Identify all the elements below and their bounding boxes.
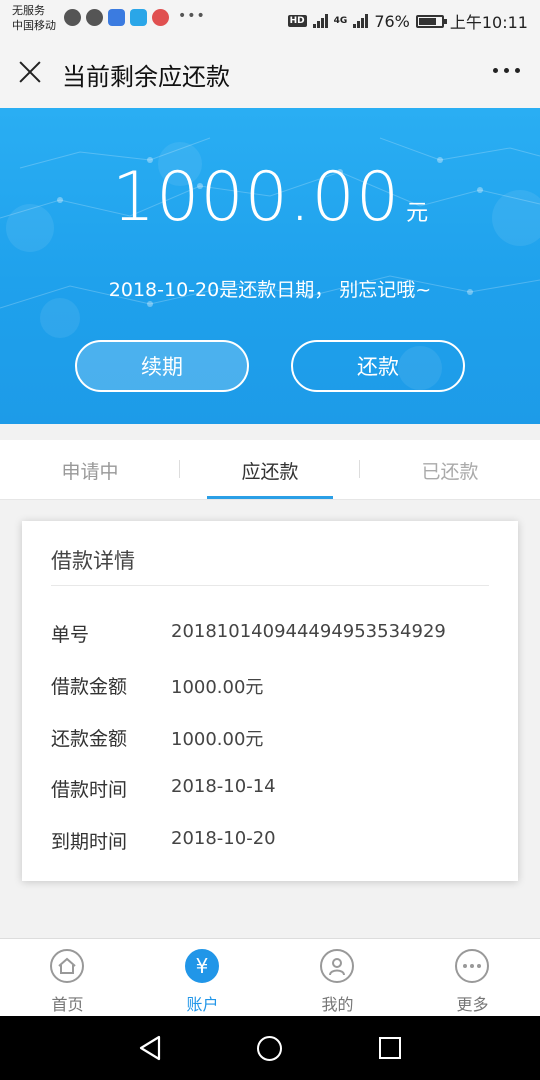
carrier-line-1: 无服务: [12, 4, 45, 17]
loan-detail-card: 借款详情 单号 201810140944494953534929 借款金额 10…: [22, 521, 518, 881]
more-menu-button[interactable]: [493, 68, 520, 73]
network-type: 4G: [333, 16, 348, 26]
title-bar: 当前剩余应还款: [0, 38, 540, 108]
clock: 上午10:11: [449, 13, 528, 32]
system-navigation-bar: [0, 1016, 540, 1080]
carrier-info: 无服务 中国移动: [12, 3, 56, 33]
close-icon[interactable]: [14, 56, 46, 88]
more-icon: [455, 949, 489, 983]
nav-account[interactable]: ¥ 账户: [135, 939, 270, 1017]
location-icon: [152, 9, 169, 26]
loan-date-label: 借款时间: [51, 779, 128, 801]
home-circle-icon[interactable]: [257, 1036, 282, 1061]
status-right: HD 4G 76% 上午10:11: [287, 9, 528, 33]
carrier-line-2: 中国移动: [12, 19, 56, 32]
loan-amount-label: 借款金额: [51, 676, 128, 698]
loan-amount-value: 1000.00元: [171, 677, 264, 698]
card-divider: [51, 585, 489, 586]
battery-icon: [415, 14, 447, 28]
more-notifications-icon: •••: [178, 8, 206, 24]
yuan-icon: ¥: [185, 949, 219, 983]
battery-percent: 76%: [374, 11, 410, 31]
tab-due[interactable]: 应还款: [180, 440, 360, 500]
loan-status-tabs: 申请中 应还款 已还款: [0, 440, 540, 500]
app-badge-icon: [108, 9, 125, 26]
nav-mine[interactable]: 我的: [270, 939, 405, 1017]
shield-icon: [86, 9, 103, 26]
recent-apps-icon[interactable]: [379, 1037, 401, 1059]
nav-home[interactable]: 首页: [0, 939, 135, 1017]
page-title: 当前剩余应还款: [62, 63, 230, 91]
repay-button[interactable]: 还款: [291, 340, 465, 392]
amount-banner: 1000.00 元 2018-10-20是还款日期， 别忘记哦~ 续期 还款: [0, 108, 540, 424]
bottom-navigation: 首页 ¥ 账户 我的 更多: [0, 938, 540, 1016]
nav-mine-label: 我的: [321, 995, 354, 1014]
wifi-signal-icon: [312, 14, 328, 28]
tab-applying[interactable]: 申请中: [0, 440, 180, 500]
repay-amount-label: 还款金额: [51, 728, 128, 750]
due-date-note: 2018-10-20是还款日期， 别忘记哦~: [108, 279, 432, 301]
tab-repaid[interactable]: 已还款: [360, 440, 540, 500]
order-number-value: 201810140944494953534929: [171, 621, 446, 642]
back-icon[interactable]: [137, 1034, 163, 1062]
status-bar: 无服务 中国移动 ••• HD 4G 76% 上午10:11: [0, 0, 540, 38]
active-tab-indicator: [207, 496, 333, 499]
repay-amount-value: 1000.00元: [171, 729, 264, 750]
order-number-label: 单号: [51, 624, 90, 646]
card-title: 借款详情: [51, 549, 135, 573]
nav-account-label: 账户: [186, 995, 219, 1014]
nav-more-label: 更多: [456, 995, 489, 1014]
nav-home-label: 首页: [51, 995, 84, 1014]
nav-more[interactable]: 更多: [405, 939, 540, 1017]
amount-unit: 元: [406, 201, 429, 226]
loan-date-value: 2018-10-14: [171, 776, 276, 797]
person-icon: [320, 949, 354, 983]
cell-signal-icon: [353, 14, 369, 28]
notification-icons: [64, 9, 169, 26]
amount-display: 1000.00 元: [0, 158, 540, 237]
send-icon: [130, 9, 147, 26]
renew-button[interactable]: 续期: [75, 340, 249, 392]
remaining-amount: 1000.00: [111, 158, 401, 237]
chat-bubble-icon: [64, 9, 81, 26]
home-icon: [50, 949, 84, 983]
due-date-value: 2018-10-20: [171, 828, 276, 849]
due-date-label: 到期时间: [51, 831, 128, 853]
hd-icon: HD: [287, 15, 307, 27]
